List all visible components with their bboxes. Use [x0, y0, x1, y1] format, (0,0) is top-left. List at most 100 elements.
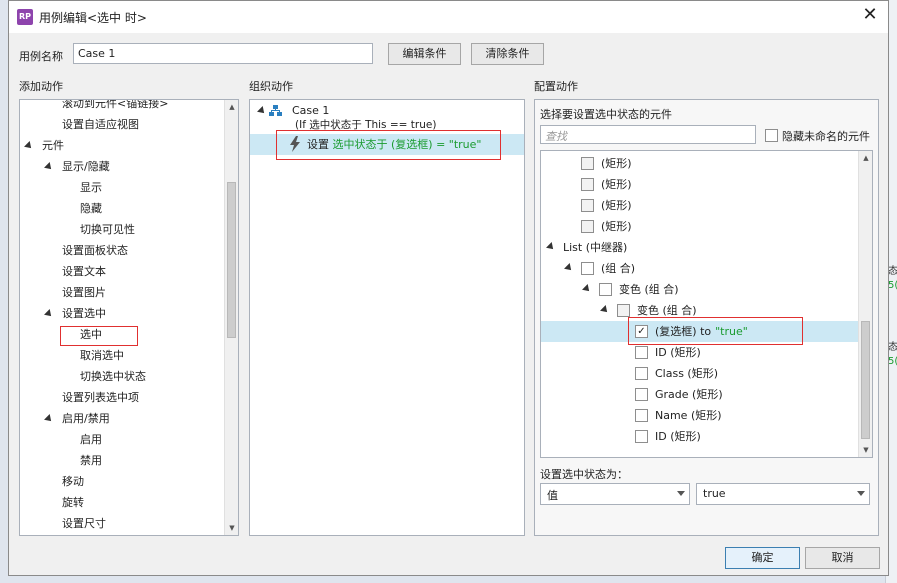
scroll-up-icon[interactable]: ▲: [859, 151, 872, 165]
state-type-select[interactable]: 值: [540, 483, 690, 505]
widget-item[interactable]: ID (矩形): [655, 343, 701, 363]
configure-action-panel: 选择要设置选中状态的元件 查找 隐藏未命名的元件 (矩形) (矩形) (矩形) (矩形…: [534, 99, 879, 536]
state-value: true: [703, 487, 726, 500]
widget-item[interactable]: (矩形): [601, 175, 632, 195]
widget-checkbox[interactable]: [635, 388, 648, 401]
widget-item[interactable]: List (中继器): [563, 238, 627, 258]
add-action-item[interactable]: 设置文本: [62, 262, 106, 282]
hide-unnamed-checkbox[interactable]: [765, 129, 778, 142]
widget-checkbox[interactable]: [635, 409, 648, 422]
state-value-select[interactable]: true: [696, 483, 870, 505]
add-action-item[interactable]: 启用: [80, 430, 102, 450]
scroll-thumb[interactable]: [227, 182, 236, 338]
widget-checkbox[interactable]: [635, 367, 648, 380]
widget-label: (矩形): [601, 157, 632, 170]
widget-item[interactable]: Name (矩形): [655, 406, 722, 426]
add-action-tree[interactable]: 滚动到元件<锚链接> 设置自适应视图 元件 显示/隐藏 显示 隐藏 切换可见性 设置面板状态设…: [19, 99, 239, 536]
selected-widget-highlight: [628, 317, 803, 345]
scroll-up-icon[interactable]: ▲: [225, 100, 238, 114]
clear-condition-button[interactable]: 清除条件: [471, 43, 544, 65]
widget-label: (矩形): [601, 199, 632, 212]
chevron-down-icon: [857, 491, 865, 496]
widget-label: (矩形): [601, 178, 632, 191]
case-name-label: 用例名称: [19, 50, 63, 63]
title-bar: RP 用例编辑<选中 时> ✕: [9, 1, 888, 33]
add-action-item[interactable]: 元件: [42, 136, 64, 156]
widget-label: 变色 (组 合): [637, 304, 697, 317]
organize-action-tree[interactable]: Case 1 (If 选中状态于 This == true) 设置 选中状态于 …: [249, 99, 525, 536]
add-action-item[interactable]: 设置自适应视图: [62, 115, 139, 135]
expand-arrow-icon[interactable]: [44, 309, 54, 319]
case-node-icon: [269, 105, 282, 116]
expand-arrow-icon[interactable]: [582, 284, 592, 294]
add-action-item[interactable]: 滚动到元件<锚链接>: [62, 100, 168, 114]
hide-unnamed-label: 隐藏未命名的元件: [782, 130, 870, 143]
widget-item[interactable]: 变色 (组 合): [619, 280, 679, 300]
widget-checkbox[interactable]: [581, 157, 594, 170]
widget-label: 变色 (组 合): [619, 283, 679, 296]
widget-item[interactable]: (矩形): [601, 196, 632, 216]
add-action-item[interactable]: 设置面板状态: [62, 241, 128, 261]
bg-text: 5(: [888, 280, 897, 291]
scroll-down-icon[interactable]: ▼: [225, 521, 238, 535]
widget-checkbox[interactable]: [635, 430, 648, 443]
expand-arrow-icon[interactable]: [257, 106, 267, 116]
widget-checkbox[interactable]: [581, 199, 594, 212]
add-action-item[interactable]: 切换可见性: [80, 220, 135, 240]
widget-checkbox[interactable]: [617, 304, 630, 317]
scroll-thumb[interactable]: [861, 321, 870, 439]
widget-label: ID (矩形): [655, 346, 701, 359]
expand-arrow-icon[interactable]: [600, 305, 610, 315]
case-name-input[interactable]: Case 1: [73, 43, 373, 64]
set-state-label: 设置选中状态为：: [540, 468, 628, 481]
add-action-item[interactable]: 设置列表选中项: [62, 388, 139, 408]
add-action-item[interactable]: 显示: [80, 178, 102, 198]
widget-checkbox[interactable]: [581, 220, 594, 233]
expand-arrow-icon[interactable]: [546, 242, 556, 252]
close-icon[interactable]: ✕: [858, 5, 882, 27]
edit-condition-button[interactable]: 编辑条件: [388, 43, 461, 65]
add-action-scrollbar[interactable]: ▲ ▼: [224, 100, 238, 535]
widget-checkbox[interactable]: [581, 262, 594, 275]
ok-button[interactable]: 确定: [725, 547, 800, 569]
add-action-item[interactable]: 隐藏: [80, 199, 102, 219]
widget-label: Grade (矩形): [655, 388, 723, 401]
widget-checkbox[interactable]: [581, 178, 594, 191]
expand-arrow-icon[interactable]: [564, 263, 574, 273]
widget-label: Name (矩形): [655, 409, 722, 422]
widget-label: (矩形): [601, 220, 632, 233]
add-action-item[interactable]: 启用/禁用: [62, 409, 110, 429]
add-action-item[interactable]: 禁用: [80, 451, 102, 471]
widget-label: (组 合): [601, 262, 636, 275]
widget-item[interactable]: (组 合): [601, 259, 635, 279]
widget-item[interactable]: Class (矩形): [655, 364, 718, 384]
add-action-item[interactable]: 设置选中: [62, 304, 106, 324]
add-action-header: 添加动作: [19, 80, 63, 93]
scroll-down-icon[interactable]: ▼: [859, 443, 872, 457]
add-action-item[interactable]: 移动: [62, 472, 84, 492]
expand-arrow-icon[interactable]: [44, 162, 54, 172]
widget-item[interactable]: (矩形): [601, 154, 632, 174]
widget-search-input[interactable]: 查找: [540, 125, 756, 144]
widget-checkbox[interactable]: [635, 346, 648, 359]
add-action-item[interactable]: 取消选中: [80, 346, 124, 366]
widget-tree-scrollbar[interactable]: ▲ ▼: [858, 151, 872, 457]
selected-action-highlight: [60, 326, 138, 346]
state-type-value: 值: [547, 489, 558, 502]
add-action-item[interactable]: 切换选中状态: [80, 367, 146, 387]
expand-arrow-icon[interactable]: [24, 141, 34, 151]
add-action-item[interactable]: 旋转: [62, 493, 84, 513]
widget-tree[interactable]: (矩形) (矩形) (矩形) (矩形) List (中继器) (组 合) 变色 (组 合) 变…: [540, 150, 873, 458]
expand-arrow-icon[interactable]: [44, 414, 54, 424]
widget-item[interactable]: (矩形): [601, 217, 632, 237]
add-action-item[interactable]: 显示/隐藏: [62, 157, 110, 177]
cancel-button[interactable]: 取消: [805, 547, 880, 569]
widget-checkbox[interactable]: [599, 283, 612, 296]
chevron-down-icon: [677, 491, 685, 496]
add-action-item[interactable]: 设置图片: [62, 283, 106, 303]
widget-item[interactable]: ID (矩形): [655, 427, 701, 447]
configure-subheader: 选择要设置选中状态的元件: [540, 108, 672, 121]
configure-action-header: 配置动作: [534, 80, 578, 93]
widget-item[interactable]: Grade (矩形): [655, 385, 723, 405]
add-action-item[interactable]: 设置尺寸: [62, 514, 106, 534]
